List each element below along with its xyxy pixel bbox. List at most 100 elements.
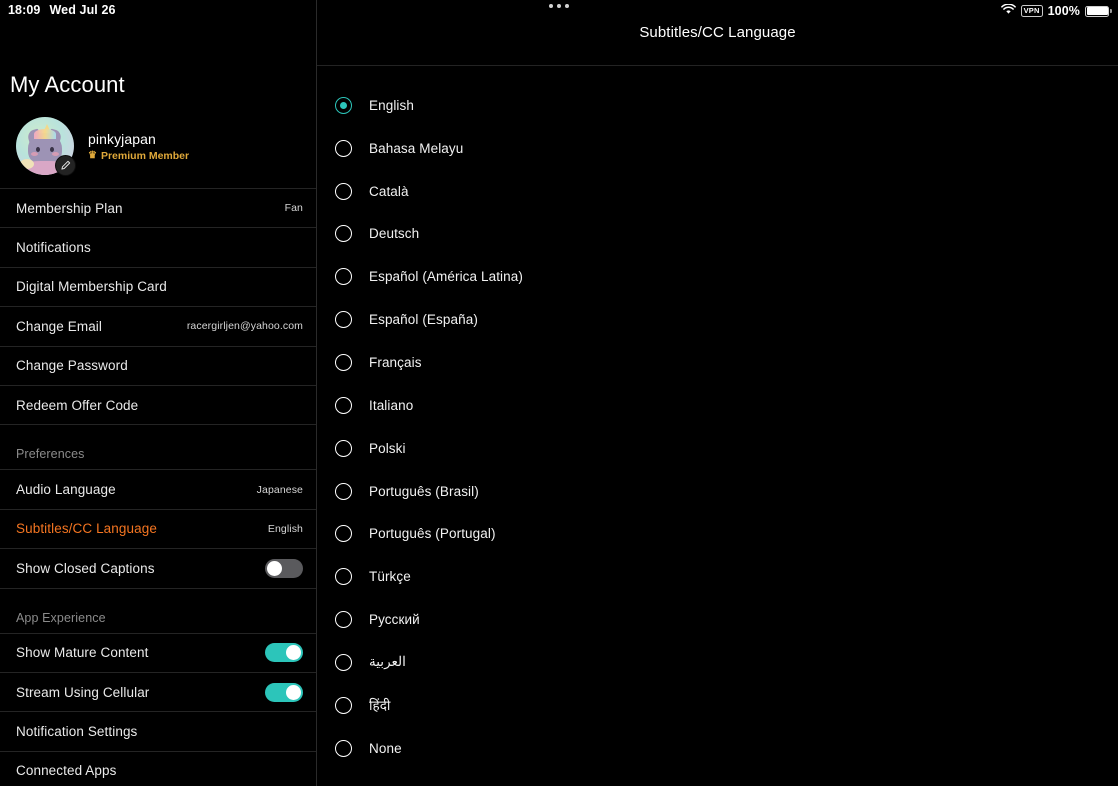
sidebar-item-show-closed-captions[interactable]: Show Closed Captions (0, 548, 316, 587)
language-option-hindi[interactable]: हिंदी (317, 684, 1118, 727)
row-label: Notification Settings (16, 723, 138, 739)
option-label: Русский (369, 612, 420, 628)
radio-icon[interactable] (335, 182, 352, 200)
sidebar-item-membership-plan[interactable]: Membership Plan Fan (0, 188, 316, 227)
main-title: Subtitles/CC Language (639, 24, 796, 41)
language-option-arabic[interactable]: العربية (317, 641, 1118, 684)
option-label: Italiano (369, 397, 414, 413)
handle-dot (557, 4, 561, 8)
profile-username: pinkyjapan (88, 131, 156, 148)
option-label: Français (369, 354, 422, 370)
radio-icon[interactable] (335, 653, 352, 671)
radio-icon[interactable] (335, 311, 352, 329)
radio-icon[interactable] (335, 96, 352, 114)
row-label: Membership Plan (16, 200, 123, 216)
pencil-edit-icon[interactable] (55, 155, 76, 176)
profile-text: pinkyjapan ♛ Premium Member (88, 130, 189, 162)
sidebar-item-connected-apps[interactable]: Connected Apps (0, 750, 316, 786)
language-option-turkce[interactable]: Türkçe (317, 555, 1118, 598)
main-header: Subtitles/CC Language (317, 0, 1118, 66)
option-label: हिंदी (369, 698, 391, 714)
option-label: None (369, 740, 402, 756)
language-option-polski[interactable]: Polski (317, 427, 1118, 470)
radio-icon[interactable] (335, 525, 352, 543)
row-value: English (267, 522, 303, 535)
app-screen: 18:09 Wed Jul 26 VPN 100% My Account pin… (0, 0, 1118, 786)
toggle-show-mature-content[interactable] (265, 643, 303, 663)
sidebar-item-redeem-offer-code[interactable]: Redeem Offer Code (0, 384, 316, 424)
toggle-show-closed-captions[interactable] (265, 558, 303, 578)
option-label: Deutsch (369, 226, 420, 242)
sidebar-item-digital-membership-card[interactable]: Digital Membership Card (0, 266, 316, 306)
sidebar: My Account pinkyjapan ♛ Premium Member M… (0, 0, 317, 786)
account-group: Membership Plan Fan Notifications Digita… (0, 188, 316, 426)
language-option-deutsch[interactable]: Deutsch (317, 213, 1118, 256)
language-option-russian[interactable]: Русский (317, 598, 1118, 641)
language-option-espanol-america-latina[interactable]: Español (América Latina) (317, 255, 1118, 298)
language-option-italiano[interactable]: Italiano (317, 384, 1118, 427)
radio-icon[interactable] (335, 739, 352, 757)
row-value: Fan (284, 202, 303, 215)
crown-icon: ♛ (88, 149, 97, 161)
sidebar-item-change-email[interactable]: Change Email racergirljen@yahoo.com (0, 306, 316, 345)
option-label: Bahasa Melayu (369, 140, 464, 156)
row-label: Digital Membership Card (16, 279, 167, 295)
radio-icon[interactable] (335, 696, 352, 714)
membership-tier-label: Premium Member (100, 149, 190, 162)
handle-dot (565, 4, 569, 8)
radio-icon[interactable] (335, 139, 352, 157)
language-option-english[interactable]: English (317, 84, 1118, 127)
language-option-none[interactable]: None (317, 727, 1118, 770)
section-heading-preferences: Preferences (16, 447, 85, 462)
toggle-stream-using-cellular[interactable] (265, 682, 303, 702)
language-option-portugues-brasil[interactable]: Português (Brasil) (317, 470, 1118, 513)
sidebar-item-subtitles-cc-language[interactable]: Subtitles/CC Language English (0, 508, 316, 548)
option-label: Español (América Latina) (369, 269, 523, 285)
row-label: Change Email (16, 318, 102, 334)
row-label: Change Password (16, 358, 128, 374)
sidebar-item-show-mature-content[interactable]: Show Mature Content (0, 632, 316, 672)
language-option-catala[interactable]: Català (317, 170, 1118, 213)
language-option-bahasa-melayu[interactable]: Bahasa Melayu (317, 127, 1118, 170)
row-value: racergirljen@yahoo.com (186, 320, 303, 333)
sidebar-item-stream-using-cellular[interactable]: Stream Using Cellular (0, 671, 316, 711)
language-option-espanol-espana[interactable]: Español (España) (317, 298, 1118, 341)
option-label: العربية (369, 654, 406, 670)
profile-block[interactable]: pinkyjapan ♛ Premium Member (16, 117, 189, 176)
language-option-portugues-portugal[interactable]: Português (Portugal) (317, 512, 1118, 555)
app-experience-group: Show Mature Content Stream Using Cellula… (0, 632, 316, 786)
row-label: Show Closed Captions (16, 560, 155, 576)
row-label: Notifications (16, 240, 91, 256)
radio-icon[interactable] (335, 568, 352, 586)
option-label: English (369, 97, 414, 113)
avatar-wrapper[interactable] (16, 117, 76, 176)
radio-icon[interactable] (335, 611, 352, 629)
row-value: Japanese (256, 483, 303, 496)
sidebar-item-change-password[interactable]: Change Password (0, 345, 316, 385)
option-label: Español (España) (369, 312, 478, 328)
sidebar-item-notifications[interactable]: Notifications (0, 227, 316, 266)
radio-icon[interactable] (335, 482, 352, 500)
option-label: Português (Brasil) (369, 483, 479, 499)
row-label: Audio Language (16, 482, 116, 498)
multitask-handle-icon[interactable] (549, 4, 569, 8)
radio-icon[interactable] (335, 225, 352, 243)
sidebar-rows: Membership Plan Fan Notifications Digita… (0, 188, 316, 786)
membership-badge: ♛ Premium Member (88, 150, 189, 162)
radio-icon[interactable] (335, 353, 352, 371)
row-label: Show Mature Content (16, 645, 149, 661)
sidebar-item-audio-language[interactable]: Audio Language Japanese (0, 469, 316, 508)
option-label: Polski (369, 440, 406, 456)
row-label: Subtitles/CC Language (16, 521, 157, 537)
radio-icon[interactable] (335, 439, 352, 457)
radio-icon[interactable] (335, 268, 352, 286)
sidebar-item-notification-settings[interactable]: Notification Settings (0, 711, 316, 750)
radio-icon[interactable] (335, 396, 352, 414)
option-label: Català (369, 183, 409, 199)
row-label: Redeem Offer Code (16, 397, 139, 413)
row-label: Connected Apps (16, 763, 117, 779)
row-label: Stream Using Cellular (16, 684, 150, 700)
language-option-francais[interactable]: Français (317, 341, 1118, 384)
page-title: My Account (10, 72, 125, 97)
option-label: Português (Portugal) (369, 526, 496, 542)
